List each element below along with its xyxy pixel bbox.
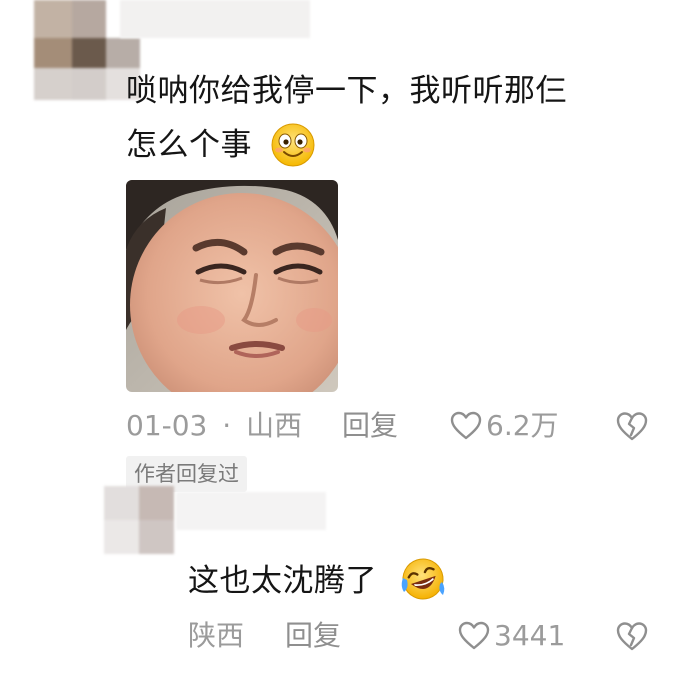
reply-button[interactable]: 回复 [285, 618, 341, 654]
meta-separator: · [222, 409, 232, 442]
comment-meta: 01-03 · 山西 [126, 408, 302, 444]
comment-text-line: 唢呐你给我停一下，我听听那仨 [126, 73, 567, 109]
like-button[interactable]: 6.2万 [450, 408, 559, 444]
broken-heart-icon[interactable] [616, 410, 648, 442]
avatar[interactable] [104, 486, 174, 554]
username-blurred[interactable] [120, 0, 310, 40]
smile-emoji-icon [271, 123, 315, 167]
comment-location: 陕西 [188, 619, 245, 652]
broken-heart-icon[interactable] [616, 620, 648, 652]
reply-button[interactable]: 回复 [342, 408, 398, 444]
laughing-crying-emoji-icon [401, 558, 445, 600]
comment-text-line: 这也太沈腾了 [188, 563, 377, 599]
comment-date: 01-03 [126, 409, 208, 442]
heart-outline-icon [450, 411, 482, 440]
like-count: 6.2万 [486, 409, 559, 442]
like-count: 3441 [494, 619, 566, 652]
meme-image[interactable] [126, 180, 338, 392]
username-blurred[interactable] [176, 492, 326, 532]
like-button[interactable]: 3441 [458, 618, 565, 654]
heart-outline-icon [458, 621, 490, 650]
comment-location: 山西 [246, 409, 303, 442]
comment-text-line: 怎么个事 [126, 127, 252, 163]
